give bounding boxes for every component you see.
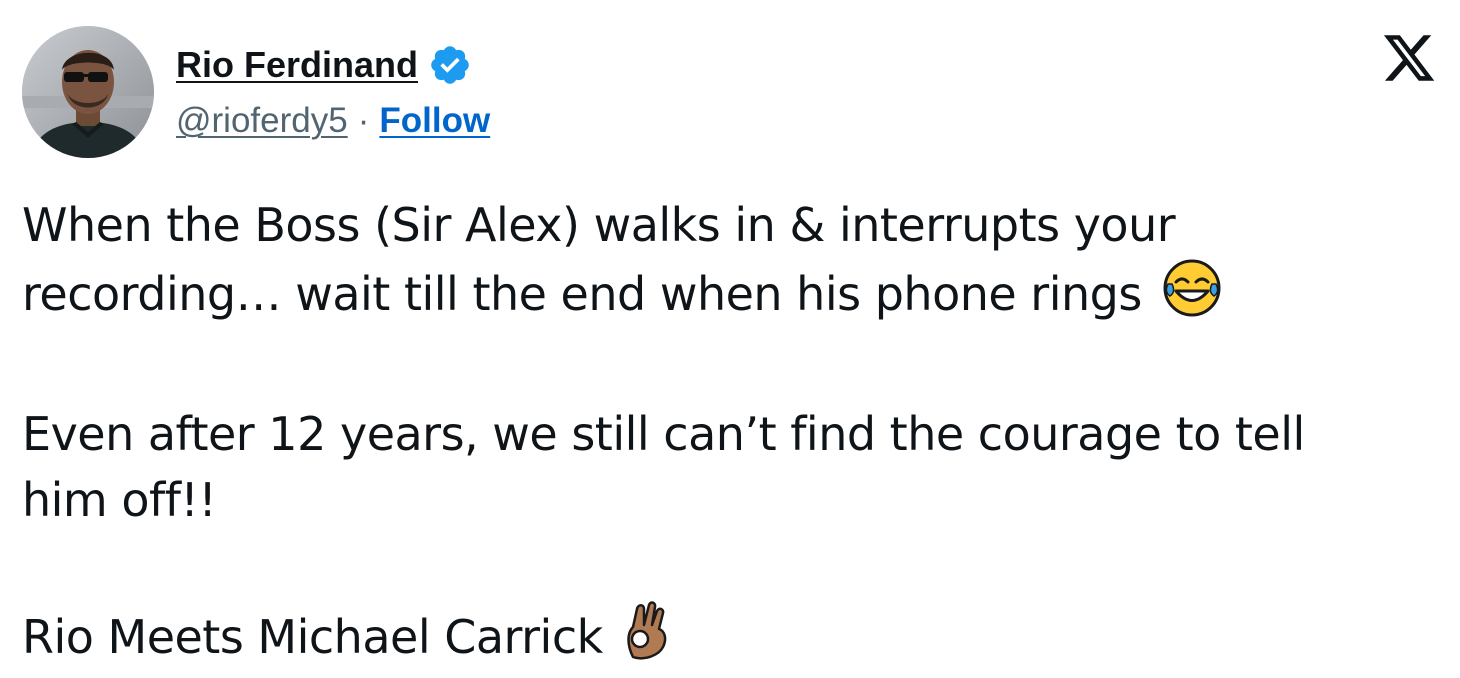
tweet-paragraph-1: When the Boss (Sir Alex) walks in & inte… (22, 192, 1442, 335)
tweet-paragraph-2: Even after 12 years, we still can’t find… (22, 401, 1442, 533)
face-with-tears-of-joy-icon (1162, 258, 1222, 335)
tweet-line-with-emoji: recording… wait till the end when his ph… (22, 258, 1442, 335)
author-name-row: Rio Ferdinand (176, 40, 490, 90)
ok-hand-icon (623, 599, 671, 678)
tweet-line: recording… wait till the end when his ph… (22, 267, 1142, 321)
avatar[interactable] (22, 26, 154, 158)
author-display-name[interactable]: Rio Ferdinand (176, 44, 418, 86)
tweet-line: him off!! (22, 473, 217, 527)
author-handle[interactable]: @rioferdy5 (176, 101, 348, 141)
tweet-line: Even after 12 years, we still can’t find… (22, 407, 1305, 461)
author-handle-row: @rioferdy5 · Follow (176, 94, 490, 148)
separator-dot: · (357, 101, 370, 140)
tweet-text: When the Boss (Sir Alex) walks in & inte… (22, 192, 1442, 678)
tweet-line: When the Boss (Sir Alex) walks in & inte… (22, 198, 1176, 252)
follow-link[interactable]: Follow (379, 101, 490, 141)
tweet-line-with-emoji: Rio Meets Michael Carrick (22, 599, 1442, 678)
tweet-line: Rio Meets Michael Carrick (22, 610, 603, 664)
tweet-paragraph-3: Rio Meets Michael Carrick (22, 599, 1442, 678)
tweet-embed: Rio Ferdinand @rioferdy5 · Follow When t… (0, 0, 1460, 664)
author-block: Rio Ferdinand @rioferdy5 · Follow (176, 40, 490, 148)
verified-badge-icon (428, 43, 472, 87)
x-logo-icon[interactable] (1380, 30, 1438, 86)
